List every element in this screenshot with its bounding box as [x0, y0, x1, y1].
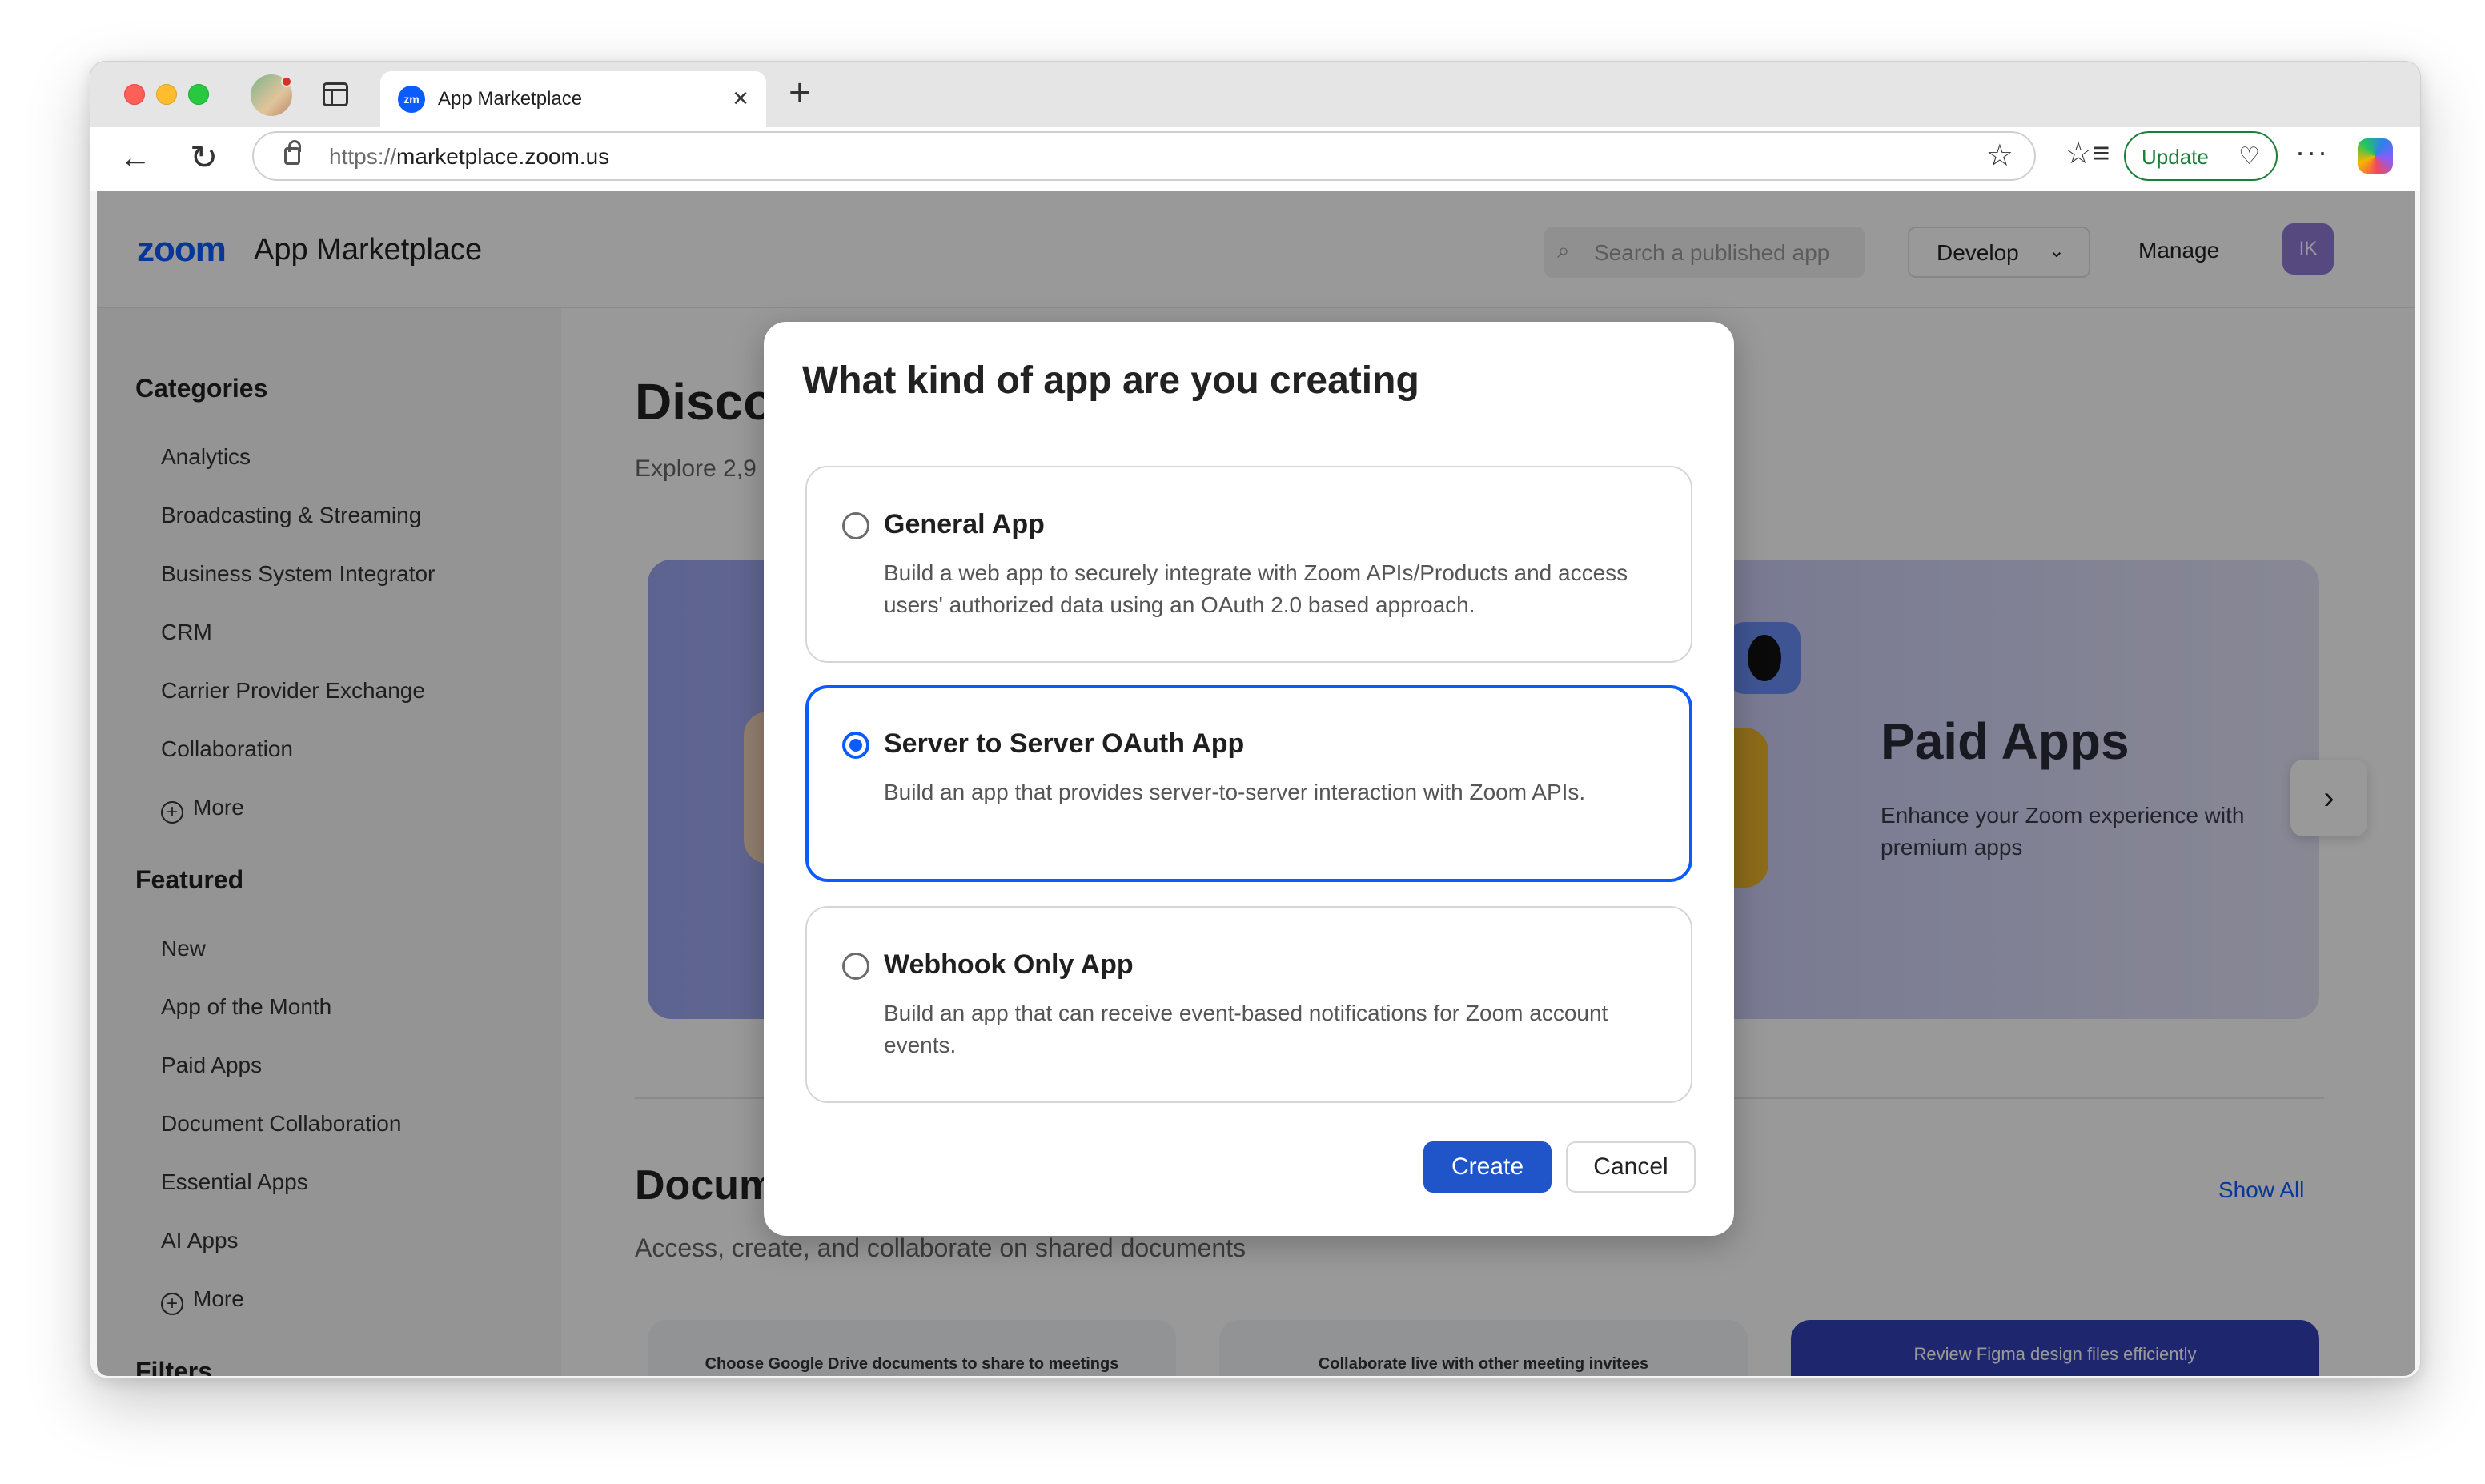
update-label: Update	[2142, 145, 2209, 169]
cancel-button[interactable]: Cancel	[1566, 1141, 1696, 1193]
option-description: Build a web app to securely integrate wi…	[884, 560, 1628, 617]
dialog-title: What kind of app are you creating	[802, 359, 1419, 402]
star-icon[interactable]: ☆	[1986, 138, 2013, 174]
option-description: Build an app that provides server-to-ser…	[884, 780, 1586, 804]
browser-toolbar: ← ↻ https://marketplace.zoom.us ☆ ☆≡ Upd…	[90, 127, 2420, 191]
back-arrow-icon[interactable]: ←	[119, 137, 151, 178]
option-title: Webhook Only App	[884, 949, 1134, 980]
option-title: General App	[884, 509, 1045, 539]
radio-server-to-server-oauth[interactable]	[842, 732, 869, 759]
option-general-app[interactable]: General App Build a web app to securely …	[805, 466, 1692, 663]
reload-icon[interactable]: ↻	[190, 137, 218, 178]
option-title: Server to Server OAuth App	[884, 728, 1245, 759]
more-dots-icon[interactable]: ···	[2295, 135, 2329, 169]
create-app-dialog: What kind of app are you creating Genera…	[764, 322, 1734, 1236]
option-server-to-server-oauth[interactable]: Server to Server OAuth App Build an app …	[805, 685, 1692, 882]
copilot-icon[interactable]	[2358, 138, 2393, 174]
address-bar[interactable]: https://marketplace.zoom.us ☆	[252, 131, 2036, 181]
health-heart-icon: ♡	[2238, 143, 2260, 170]
notification-dot	[281, 76, 292, 87]
zoom-favicon-icon: zm	[398, 86, 425, 113]
update-button[interactable]: Update ♡	[2124, 131, 2278, 181]
tab-actions-icon[interactable]	[323, 82, 348, 106]
option-webhook-only[interactable]: Webhook Only App Build an app that can r…	[805, 906, 1692, 1103]
favorites-list-icon[interactable]: ☆≡	[2065, 135, 2110, 171]
close-window-button[interactable]	[124, 84, 145, 105]
tab-title: App Marketplace	[438, 88, 583, 110]
radio-webhook-only[interactable]	[842, 953, 869, 980]
minimize-window-button[interactable]	[156, 84, 177, 105]
create-button[interactable]: Create	[1423, 1141, 1552, 1193]
lock-icon[interactable]	[284, 140, 301, 165]
profile-icon[interactable]	[251, 74, 292, 116]
close-tab-icon[interactable]: ×	[733, 82, 749, 114]
radio-general-app[interactable]	[842, 512, 869, 539]
url-text[interactable]: https://marketplace.zoom.us	[329, 144, 609, 170]
maximize-window-button[interactable]	[188, 84, 209, 105]
tab-bar: zm App Marketplace × +	[90, 62, 2420, 127]
tab-app-marketplace[interactable]: zm App Marketplace ×	[380, 71, 766, 127]
new-tab-icon[interactable]: +	[789, 71, 811, 116]
option-description: Build an app that can receive event-base…	[884, 1001, 1608, 1057]
